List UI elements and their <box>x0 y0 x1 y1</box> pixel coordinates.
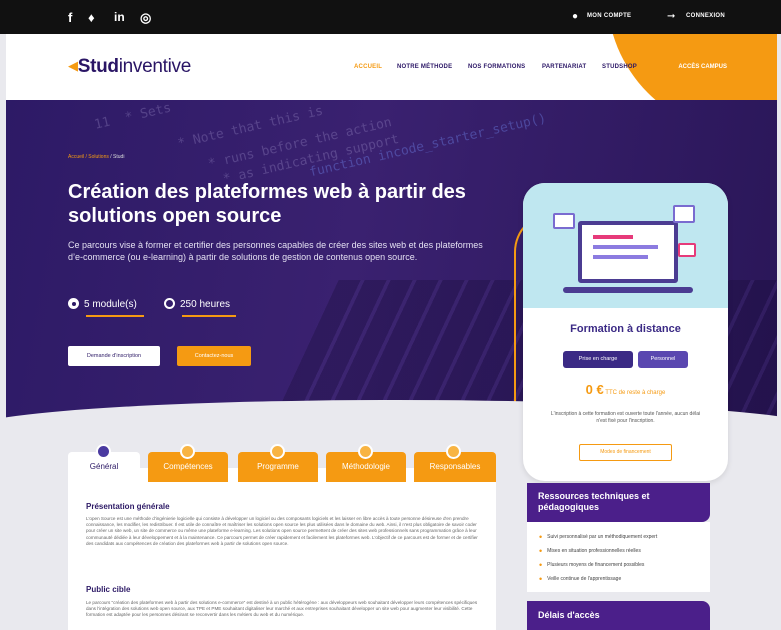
page-title: Création des plateformes web à partir de… <box>68 181 466 227</box>
inscription-button[interactable]: Demande d'inscription <box>68 346 160 366</box>
contact-button[interactable]: Contactez-nous <box>177 346 251 366</box>
logo-arrow-icon: ◀ <box>68 58 78 73</box>
tab-dot-active <box>96 444 111 459</box>
nav-accueil[interactable]: ACCUEIL <box>354 64 382 70</box>
monitor-illustration <box>578 221 678 283</box>
login-link[interactable]: CONNEXION <box>686 13 725 19</box>
prise-en-charge-button[interactable]: Prise en charge <box>563 351 633 368</box>
hours-underline <box>182 315 236 317</box>
nav-formations[interactable]: NOS FORMATIONS <box>468 64 525 70</box>
resource-item: Mises en situation professionnelles réel… <box>539 546 641 556</box>
illustration-base <box>563 287 693 293</box>
modules-label: 5 module(s) <box>84 299 137 310</box>
account-link[interactable]: MON COMPTE <box>587 13 631 19</box>
presentation-text: L'open Source est une méthode d'ingénier… <box>86 516 478 546</box>
illustration-bar <box>593 245 658 249</box>
radio-icon <box>164 298 175 309</box>
breadcrumb-current: / Studi <box>108 154 125 160</box>
breadcrumb-link[interactable]: Accueil / Solutions <box>68 154 109 160</box>
price: 0 € TTC de reste à charge <box>523 382 728 397</box>
public-title: Public cible <box>86 585 131 594</box>
personnel-button[interactable]: Personnel <box>638 351 688 368</box>
formation-card: Formation à distance Prise en charge Per… <box>523 183 728 481</box>
tab-dot <box>270 444 285 459</box>
resource-item: Plusieurs moyens de financement possible… <box>539 560 644 570</box>
hours-option[interactable]: 250 heures <box>164 298 230 310</box>
linkedin-icon[interactable]: in <box>114 10 125 24</box>
tab-dot <box>446 444 461 459</box>
login-icon[interactable]: ➞ <box>667 11 675 22</box>
financement-button[interactable]: Modes de financement <box>579 444 672 461</box>
resources-title: Ressources techniques et pédagogiques <box>527 483 710 522</box>
tab-dot <box>358 444 373 459</box>
tab-dot <box>180 444 195 459</box>
instagram-icon[interactable]: ◎ <box>140 10 151 26</box>
resources-list: Suivi personnalisé par un méthodiquement… <box>527 522 710 592</box>
illustration-window <box>673 205 695 223</box>
price-value: 0 € <box>585 382 604 397</box>
logo[interactable]: ◀Studinventive <box>68 56 191 78</box>
illustration-bar <box>593 255 648 259</box>
breadcrumb: Accueil / Solutions / Studi <box>68 154 124 160</box>
modules-underline <box>86 315 144 317</box>
resource-item: Veille continue de l'apprentissage <box>539 574 621 584</box>
radio-selected-icon <box>68 298 79 309</box>
card-title: Formation à distance <box>570 323 681 335</box>
nav-partenariat[interactable]: PARTENARIAT <box>542 64 586 70</box>
illustration-window <box>553 213 575 229</box>
nav-campus[interactable]: ACCÈS CAMPUS <box>678 64 727 70</box>
price-label: TTC de reste à charge <box>603 390 666 396</box>
site-header: ◀Studinventive ACCUEIL NOTRE MÉTHODE NOS… <box>6 34 777 100</box>
logo-light: inventive <box>118 56 192 77</box>
modules-option[interactable]: 5 module(s) <box>68 298 137 310</box>
card-note: L'inscription à cette formation est ouve… <box>550 411 701 424</box>
top-bar: f ♦ in ◎ ● MON COMPTE ➞ CONNEXION <box>0 0 781 34</box>
hours-label: 250 heures <box>180 299 231 310</box>
logo-bold: Stud <box>77 56 119 77</box>
public-text: Le parcours "création des plateformes we… <box>86 600 478 618</box>
resource-item: Suivi personnalisé par un méthodiquement… <box>539 532 657 542</box>
delais-title: Délais d'accès <box>527 601 710 630</box>
illustration-bar <box>593 235 633 239</box>
nav-methode[interactable]: NOTRE MÉTHODE <box>397 64 452 70</box>
facebook-icon[interactable]: f <box>68 10 72 25</box>
card-illustration <box>523 183 728 308</box>
cms-icon <box>678 243 696 257</box>
user-icon[interactable]: ● <box>572 11 578 22</box>
nav-studshop[interactable]: STUDSHOP <box>602 64 637 70</box>
twitter-icon[interactable]: ♦ <box>88 10 95 25</box>
code-background: 11 * Sets <box>85 100 173 135</box>
hero-description: Ce parcours vise à former et certifier d… <box>68 240 483 262</box>
presentation-title: Présentation générale <box>86 502 170 511</box>
